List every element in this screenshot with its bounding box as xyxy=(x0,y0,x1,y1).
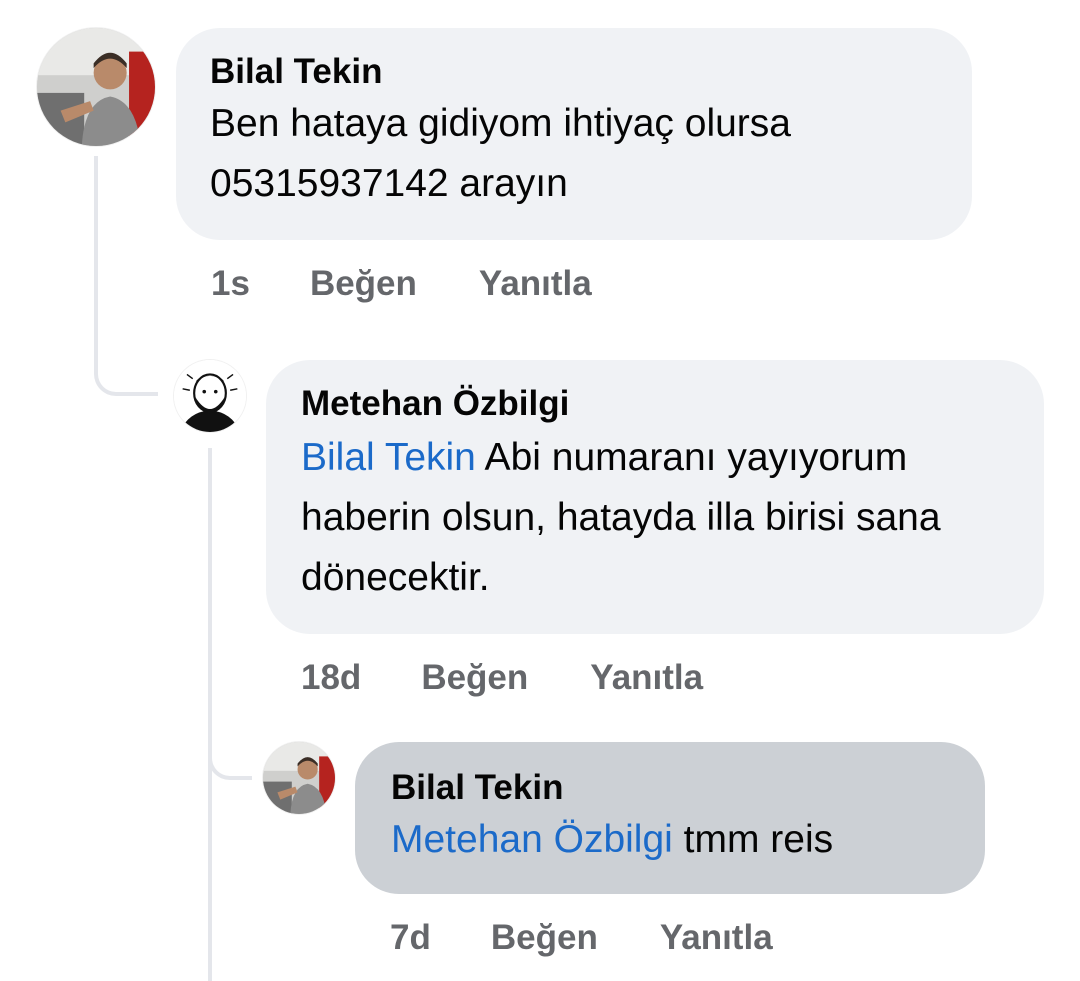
comment-timestamp[interactable]: 1s xyxy=(211,264,250,304)
cartoon-face-avatar-icon xyxy=(174,360,246,432)
comment-text: Ben hataya gidiyom ihtiyaç olursa 053159… xyxy=(210,102,791,205)
avatar-bilal-tekin[interactable] xyxy=(37,28,155,146)
reply-button[interactable]: Yanıtla xyxy=(660,918,773,958)
truck-driver-photo-icon xyxy=(263,742,335,814)
thread-line-main xyxy=(94,156,98,326)
comment-timestamp[interactable]: 7d xyxy=(390,918,431,958)
comment-bubble-2[interactable]: Metehan Özbilgi Bilal Tekin Abi numaranı… xyxy=(266,360,1044,634)
comment-author[interactable]: Bilal Tekin xyxy=(391,768,951,808)
reply-button[interactable]: Yanıtla xyxy=(479,264,592,304)
comment-bubble-3[interactable]: Bilal Tekin Metehan Özbilgi tmm reis xyxy=(355,742,985,894)
like-button[interactable]: Beğen xyxy=(491,918,598,958)
thread-connector-reply-2 xyxy=(208,720,252,780)
thread-line-reply xyxy=(208,448,212,981)
reply-button[interactable]: Yanıtla xyxy=(590,658,703,698)
comment-author[interactable]: Bilal Tekin xyxy=(210,52,938,92)
comment-actions-2: 18d Beğen Yanıtla xyxy=(301,658,703,698)
comment-body: tmm reis xyxy=(672,818,834,861)
like-button[interactable]: Beğen xyxy=(310,264,417,304)
mention-link[interactable]: Metehan Özbilgi xyxy=(391,818,673,861)
comment-bubble-1[interactable]: Bilal Tekin Ben hataya gidiyom ihtiyaç o… xyxy=(176,28,972,240)
like-button[interactable]: Beğen xyxy=(421,658,528,698)
comment-author[interactable]: Metehan Özbilgi xyxy=(301,384,1010,424)
comment-text: Bilal Tekin Abi numaranı yayıyorum haber… xyxy=(301,428,1010,608)
comment-actions-1: 1s Beğen Yanıtla xyxy=(211,264,592,304)
mention-link[interactable]: Bilal Tekin xyxy=(301,436,476,479)
avatar-metehan-ozbilgi[interactable] xyxy=(174,360,246,432)
comment-text: Metehan Özbilgi tmm reis xyxy=(391,810,951,870)
avatar-bilal-tekin-reply[interactable] xyxy=(263,742,335,814)
comment-actions-3: 7d Beğen Yanıtla xyxy=(390,918,773,958)
thread-connector-reply-1 xyxy=(94,320,158,396)
comment-timestamp[interactable]: 18d xyxy=(301,658,361,698)
truck-driver-photo-icon xyxy=(37,28,155,146)
